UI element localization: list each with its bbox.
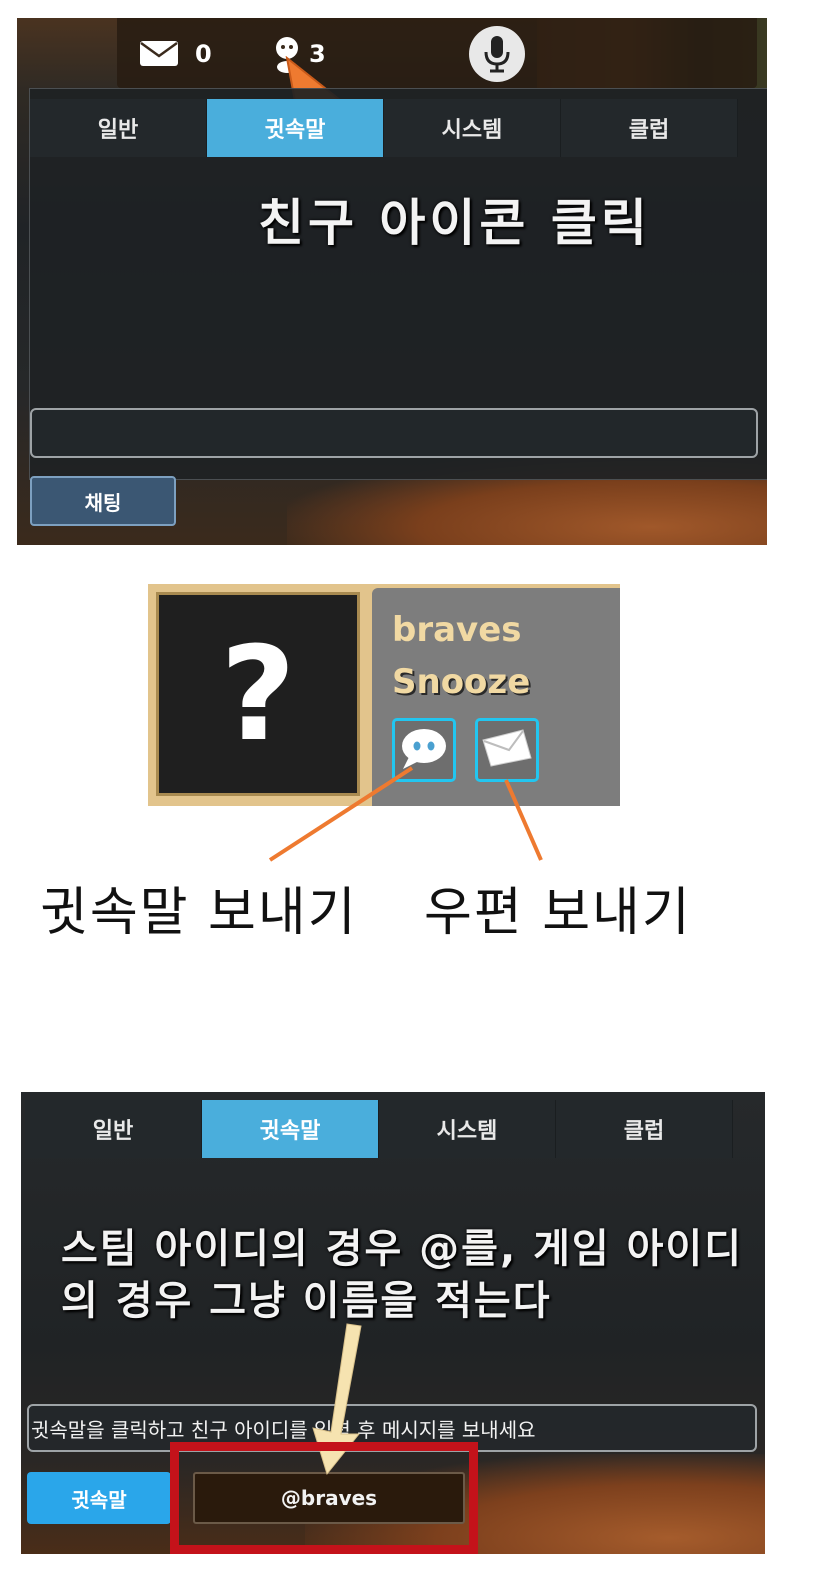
caption-whisper: 귓속말 보내기 bbox=[40, 883, 358, 943]
caption-mail: 우편 보내기 bbox=[424, 883, 692, 943]
highlight-box bbox=[170, 1442, 478, 1554]
